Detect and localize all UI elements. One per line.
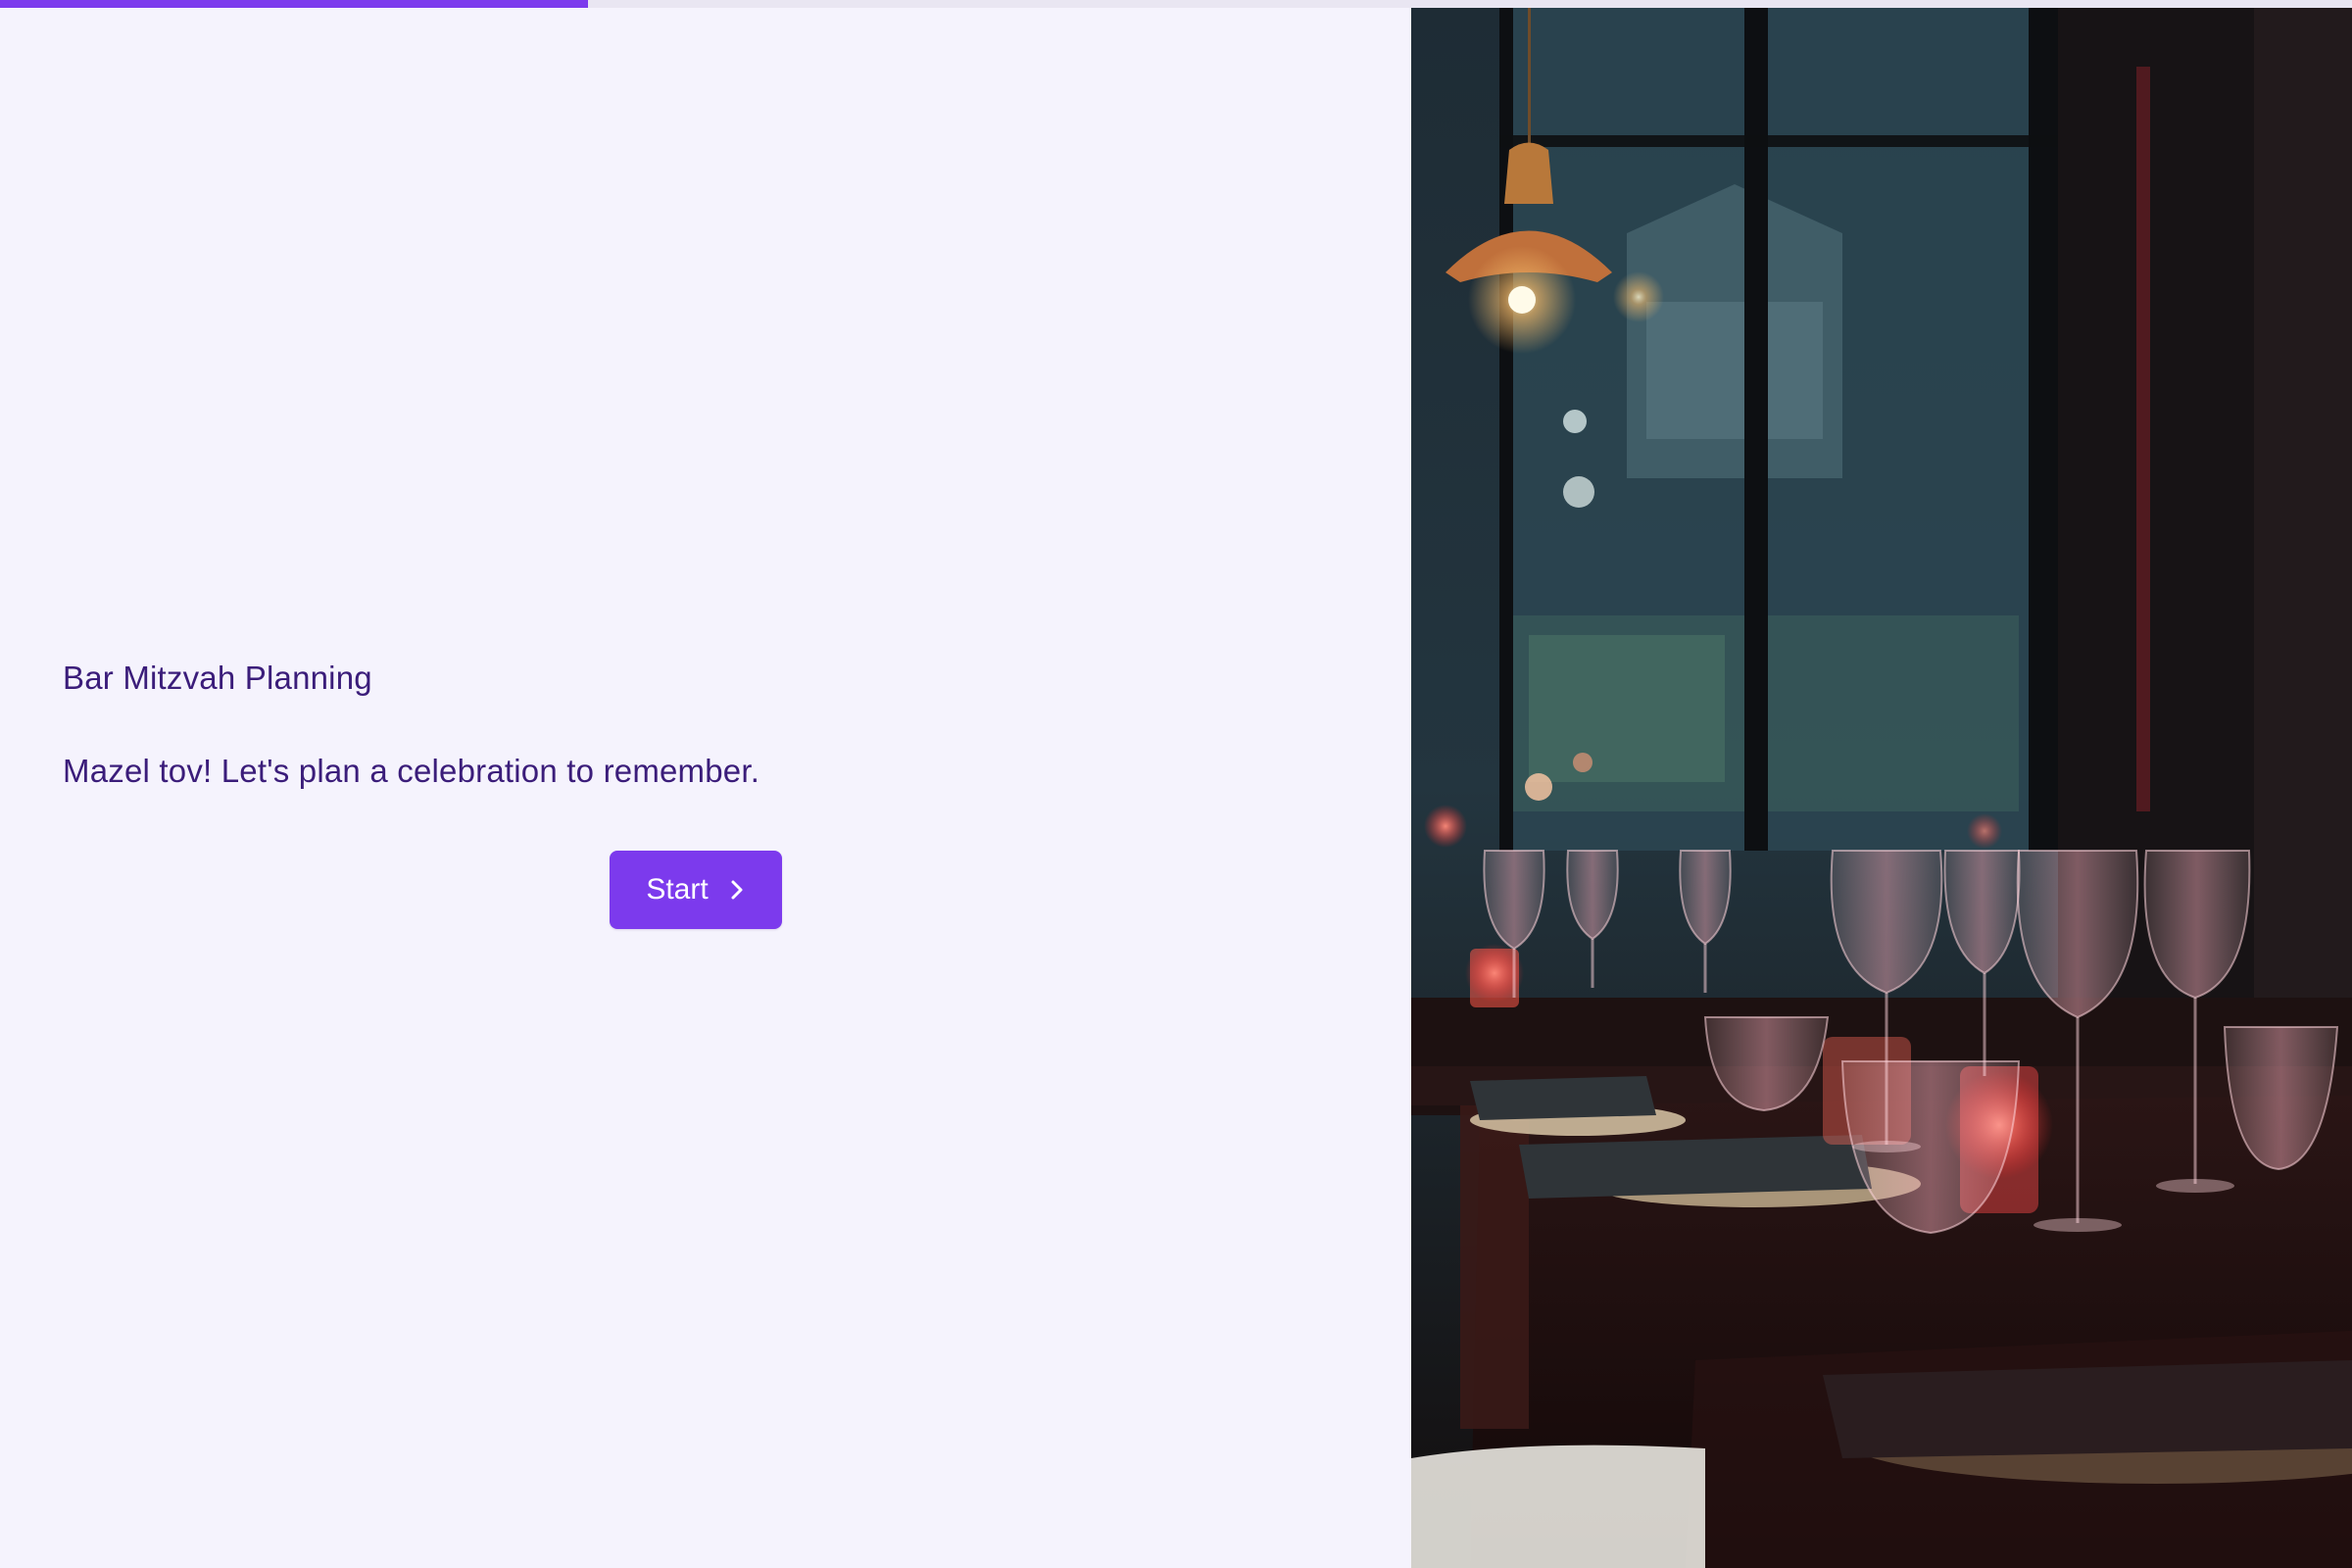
progress-bar [0, 0, 2352, 8]
chevron-right-icon [728, 877, 746, 903]
welcome-panel: Bar Mitzvah Planning Mazel tov! Let's pl… [0, 8, 1411, 1568]
progress-bar-fill [0, 0, 588, 8]
welcome-message: Mazel tov! Let's plan a celebration to r… [63, 753, 760, 789]
form-title: Bar Mitzvah Planning [63, 660, 372, 696]
start-button-label: Start [646, 873, 709, 906]
restaurant-photo [1411, 8, 2352, 1568]
start-button[interactable]: Start [610, 851, 782, 929]
